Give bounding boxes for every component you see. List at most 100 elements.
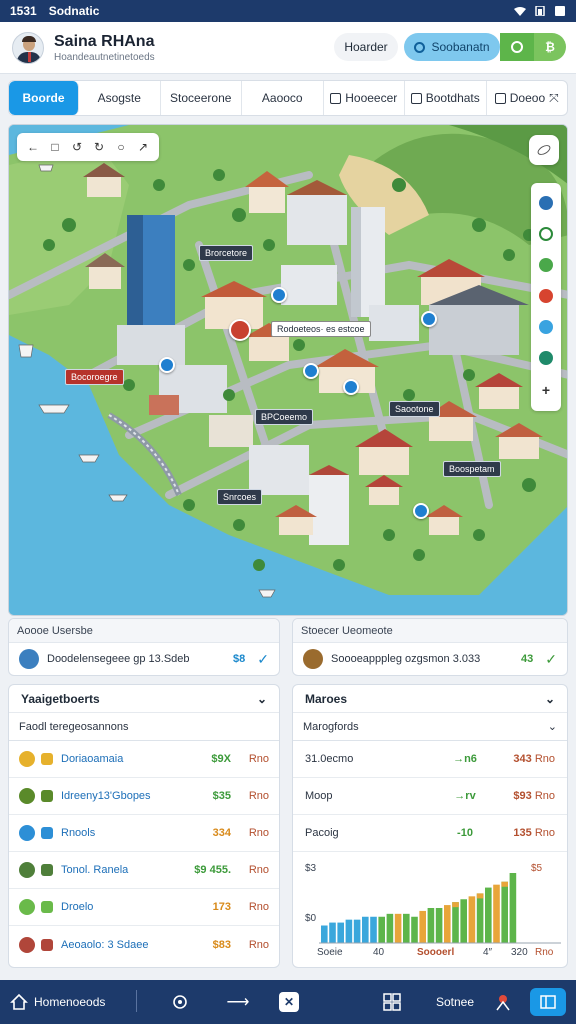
chart-bar	[403, 913, 410, 943]
location-nav[interactable]	[492, 980, 514, 1024]
list-header[interactable]: Maroes ⌄	[293, 685, 567, 713]
tab-label: Hooeecer	[345, 91, 398, 105]
chevron-down-icon[interactable]: ⌄	[545, 692, 555, 706]
tab-boorde[interactable]: Boorde	[9, 81, 79, 115]
undo-tool[interactable]: ↺	[71, 140, 83, 154]
add-nav[interactable]: ✕	[278, 980, 300, 1024]
weather-icon[interactable]	[539, 257, 553, 272]
row-name: Doriaoamaia	[61, 753, 124, 765]
search-icon	[414, 41, 426, 53]
back-tool[interactable]: ←	[27, 140, 39, 154]
map-pin[interactable]	[303, 363, 319, 379]
map-label[interactable]: Snrcoes	[217, 489, 263, 505]
redo-tool[interactable]: ↻	[93, 140, 105, 154]
header-plain-button[interactable]: Hoarder	[334, 33, 398, 61]
chevron-down-icon[interactable]: ⌄	[257, 692, 267, 706]
avatar[interactable]	[12, 31, 44, 64]
wifi-icon	[514, 7, 526, 16]
row-unit: Rno	[248, 753, 269, 765]
table-row[interactable]: Doriaoamaia $9X Rno	[9, 741, 279, 778]
chart-bar-cap	[452, 902, 459, 908]
status-bar: 1531 Sodnatic	[0, 0, 576, 22]
map-label[interactable]: Brorcetore	[199, 245, 254, 261]
left-list-card: Yaaigetboerts ⌄ Faodl teregeosannons Dor…	[8, 684, 280, 968]
map-pin-alert[interactable]	[229, 319, 251, 341]
chart-x-unit: Rno	[535, 947, 554, 958]
row-unit: Rno	[248, 864, 269, 876]
chevron-down-icon[interactable]: ⌄	[548, 720, 557, 733]
tab-stoceerone[interactable]: Stoceerone	[161, 81, 242, 115]
row-type-icon	[41, 901, 53, 913]
chart-x-label: 320	[511, 947, 528, 958]
settings-nav[interactable]	[168, 980, 192, 1024]
row-name: Rnools	[61, 827, 96, 839]
route-nav[interactable]: ⟶	[226, 980, 250, 1024]
route-icon[interactable]	[539, 226, 553, 241]
building-icon[interactable]	[539, 195, 553, 210]
check-icon[interactable]: ✓	[545, 651, 557, 668]
map-pin[interactable]	[421, 311, 437, 327]
metric-row[interactable]: Pacoig -10 135 Rno	[293, 815, 567, 852]
metric-right: 343 Rno	[513, 753, 555, 765]
compass-button[interactable]	[500, 33, 534, 61]
map-label[interactable]: Rodoeteos· es estcoe	[271, 321, 371, 337]
city-map[interactable]: ← □ ↺ ↻ ○ ↗ + Brorcetore Rodoeteos· es e…	[8, 124, 568, 616]
map-label[interactable]: Bocoroegre	[65, 369, 124, 385]
table-row[interactable]: Droelo 173 Rno	[9, 889, 279, 926]
transit-icon[interactable]	[539, 351, 553, 366]
list-subheader: Faodl teregeosannons	[9, 713, 279, 741]
layers-nav[interactable]	[530, 988, 566, 1016]
chart-bar	[509, 873, 517, 943]
alert-icon[interactable]	[539, 288, 553, 303]
chart-right-label: $5	[531, 863, 543, 874]
tab-aaooco[interactable]: Aaooco	[242, 81, 324, 115]
map-label[interactable]: BPCoeemo	[255, 409, 314, 425]
list-header[interactable]: Yaaigetboerts ⌄	[9, 685, 279, 713]
info-thumb	[303, 649, 323, 669]
tab-doeoo[interactable]: Doeoo ⤧	[487, 81, 568, 115]
lasso-button[interactable]	[529, 135, 559, 165]
table-row[interactable]: Tonol. Ranela $9 455. Rno	[9, 852, 279, 889]
check-icon[interactable]: ✓	[257, 651, 269, 668]
metric-row[interactable]: Moop →rv $93 Rno	[293, 778, 567, 815]
currency-button[interactable]: ₿	[534, 33, 566, 61]
map-pin[interactable]	[343, 379, 359, 395]
circle-tool[interactable]: ○	[115, 140, 127, 154]
map-pin[interactable]	[413, 503, 429, 519]
info-text: Soooeapppleg ozgsmon 3.033	[331, 653, 481, 665]
zoom-in-icon[interactable]: +	[542, 382, 550, 398]
chart-x-label: Soeie	[317, 947, 343, 958]
list-subtitle: Marogfords	[303, 720, 359, 733]
map-label[interactable]: Saootone	[389, 401, 440, 417]
right-nav-label[interactable]: Sotnee	[430, 980, 480, 1024]
chart-bar	[362, 916, 369, 943]
grid-nav[interactable]	[380, 980, 404, 1024]
table-row[interactable]: Aeoaolo: 3 Sdaee $83 Rno	[9, 926, 279, 963]
header-primary-button[interactable]: Soobanatn	[404, 33, 500, 61]
row-amount: $35	[212, 790, 231, 802]
info-card-title: Aoooe Usersbe	[9, 619, 279, 643]
map-label[interactable]: Boospetam	[443, 461, 501, 477]
bar-chart: $3 $0 $5 Soeie 40 Soooerl 4″ 320 Rno	[293, 861, 569, 967]
table-row[interactable]: Idreeny13'Gbopes $35 Rno	[9, 778, 279, 815]
arrow-tool[interactable]: ↗	[137, 140, 149, 154]
info-text: Doodelensegeee gp 13.Sdeb	[47, 653, 190, 665]
map-pin[interactable]	[271, 287, 287, 303]
chart-bar	[444, 905, 451, 943]
tab-hooeecer[interactable]: Hooeecer	[324, 81, 405, 115]
tab-asogste[interactable]: Asogste	[79, 81, 161, 115]
table-row[interactable]: Rnools 334 Rno	[9, 815, 279, 852]
row-amount: 334	[212, 827, 231, 839]
tab-bootdhats[interactable]: Bootdhats	[405, 81, 487, 115]
map-pin[interactable]	[159, 357, 175, 373]
metric-row[interactable]: 31.0ecmo →n6 343 Rno	[293, 741, 567, 778]
map-toolbar: ← □ ↺ ↻ ○ ↗	[17, 133, 159, 161]
chart-x-label: Soooerl	[417, 947, 455, 958]
select-tool[interactable]: □	[49, 140, 61, 154]
plus-icon: ✕	[279, 992, 299, 1012]
list-title: Maroes	[305, 691, 348, 706]
chart-bar	[485, 887, 492, 943]
layers-icon[interactable]	[539, 320, 553, 335]
home-nav[interactable]: Homenoeods	[10, 980, 105, 1024]
row-type-icon	[41, 938, 53, 951]
